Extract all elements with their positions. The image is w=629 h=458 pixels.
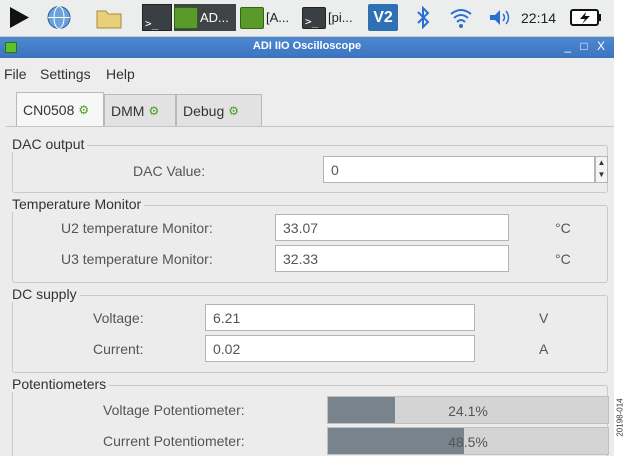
wifi-icon[interactable] xyxy=(447,4,475,31)
raspberry-menu-icon[interactable] xyxy=(4,4,34,31)
taskbar-app-label: [A... xyxy=(266,10,290,25)
tab-debug[interactable]: Debug ⚙ xyxy=(176,94,262,126)
dac-output-group: DAC output DAC Value: 0 ▲ ▼ xyxy=(9,136,608,193)
current-field[interactable]: 0.02 xyxy=(205,335,475,362)
figure-code: 20198-014 xyxy=(610,385,629,455)
taskbar-app-oscilloscope-2[interactable]: [A... xyxy=(240,4,296,31)
dac-value-spinner[interactable]: ▲ ▼ xyxy=(595,156,608,183)
volume-icon[interactable] xyxy=(486,4,512,31)
group-title: DAC output xyxy=(9,136,88,152)
voltage-unit: V xyxy=(539,310,549,326)
dac-value-input[interactable]: 0 xyxy=(323,156,595,183)
u2-temperature-unit: °C xyxy=(555,220,571,236)
folder-icon[interactable] xyxy=(94,4,124,31)
plugin-icon: ⚙ xyxy=(148,103,160,118)
window-titlebar: ADI IIO Oscilloscope _ □ X xyxy=(0,37,614,58)
voltage-field[interactable]: 6.21 xyxy=(205,304,475,331)
menubar: File Settings Help xyxy=(0,58,614,88)
bluetooth-icon[interactable] xyxy=(412,4,434,31)
oscilloscope-icon xyxy=(174,6,198,29)
plugin-icon: ⚙ xyxy=(228,103,240,118)
taskbar-app-oscilloscope-1[interactable]: AD... xyxy=(174,4,236,31)
menu-settings[interactable]: Settings xyxy=(40,66,91,82)
u2-temperature-label: U2 temperature Monitor: xyxy=(61,220,213,236)
terminal-icon: >_ xyxy=(302,6,326,29)
voltage-label: Voltage: xyxy=(93,310,144,326)
group-title: DC supply xyxy=(9,286,80,302)
figure-code-text: 20198-014 xyxy=(615,398,625,437)
u3-temperature-field[interactable]: 32.33 xyxy=(275,245,509,272)
tab-dmm[interactable]: DMM ⚙ xyxy=(104,94,176,126)
progress-text: 48.5% xyxy=(448,434,488,450)
window-title: ADI IIO Oscilloscope xyxy=(252,40,362,52)
tab-cn0508[interactable]: CN0508 ⚙ xyxy=(16,92,104,126)
terminal-icon[interactable]: >_ xyxy=(142,4,172,31)
progress-text: 24.1% xyxy=(448,403,488,419)
taskbar-app-terminal[interactable]: >_ [pi... xyxy=(302,4,360,31)
screen: >_ AD... [A... >_ [pi... V2 22:14 ADI II… xyxy=(0,0,614,456)
tab-label: DMM xyxy=(111,102,145,119)
u3-temperature-unit: °C xyxy=(555,251,571,267)
tab-content: DAC output DAC Value: 0 ▲ ▼ Temperature M… xyxy=(6,126,614,456)
vnc-icon[interactable]: V2 xyxy=(368,4,398,31)
voltage-potentiometer-bar[interactable]: 24.1% xyxy=(327,396,609,424)
potentiometers-group: Potentiometers Voltage Potentiometer: 24… xyxy=(9,376,609,456)
current-potentiometer-bar[interactable]: 48.5% xyxy=(327,427,609,455)
u3-temperature-label: U3 temperature Monitor: xyxy=(61,251,213,267)
group-title: Temperature Monitor xyxy=(9,196,145,212)
globe-icon[interactable] xyxy=(44,4,74,31)
plugin-icon: ⚙ xyxy=(78,102,90,117)
clock[interactable]: 22:14 xyxy=(521,10,556,26)
current-potentiometer-label: Current Potentiometer: xyxy=(103,433,245,449)
oscilloscope-icon xyxy=(240,6,264,29)
group-title: Potentiometers xyxy=(9,376,110,392)
dc-supply-group: DC supply Voltage: 6.21 V Current: 0.02 … xyxy=(9,286,608,373)
battery-icon[interactable] xyxy=(569,4,603,31)
taskbar-app-label: [pi... xyxy=(328,10,353,25)
current-label: Current: xyxy=(93,341,144,357)
menu-file[interactable]: File xyxy=(4,66,27,82)
tab-label: Debug xyxy=(183,102,225,119)
u2-temperature-field[interactable]: 33.07 xyxy=(275,214,509,241)
tab-label: CN0508 xyxy=(23,101,75,118)
tab-bar: CN0508 ⚙ DMM ⚙ Debug ⚙ xyxy=(0,88,614,126)
voltage-potentiometer-label: Voltage Potentiometer: xyxy=(103,402,245,418)
taskbar-app-label: AD... xyxy=(200,10,229,25)
menu-help[interactable]: Help xyxy=(106,66,135,82)
taskbar: >_ AD... [A... >_ [pi... V2 22:14 xyxy=(0,0,614,37)
window-controls[interactable]: _ □ X xyxy=(564,39,608,53)
temperature-monitor-group: Temperature Monitor U2 temperature Monit… xyxy=(9,196,608,283)
dac-value-label: DAC Value: xyxy=(133,163,206,179)
current-unit: A xyxy=(539,341,549,357)
